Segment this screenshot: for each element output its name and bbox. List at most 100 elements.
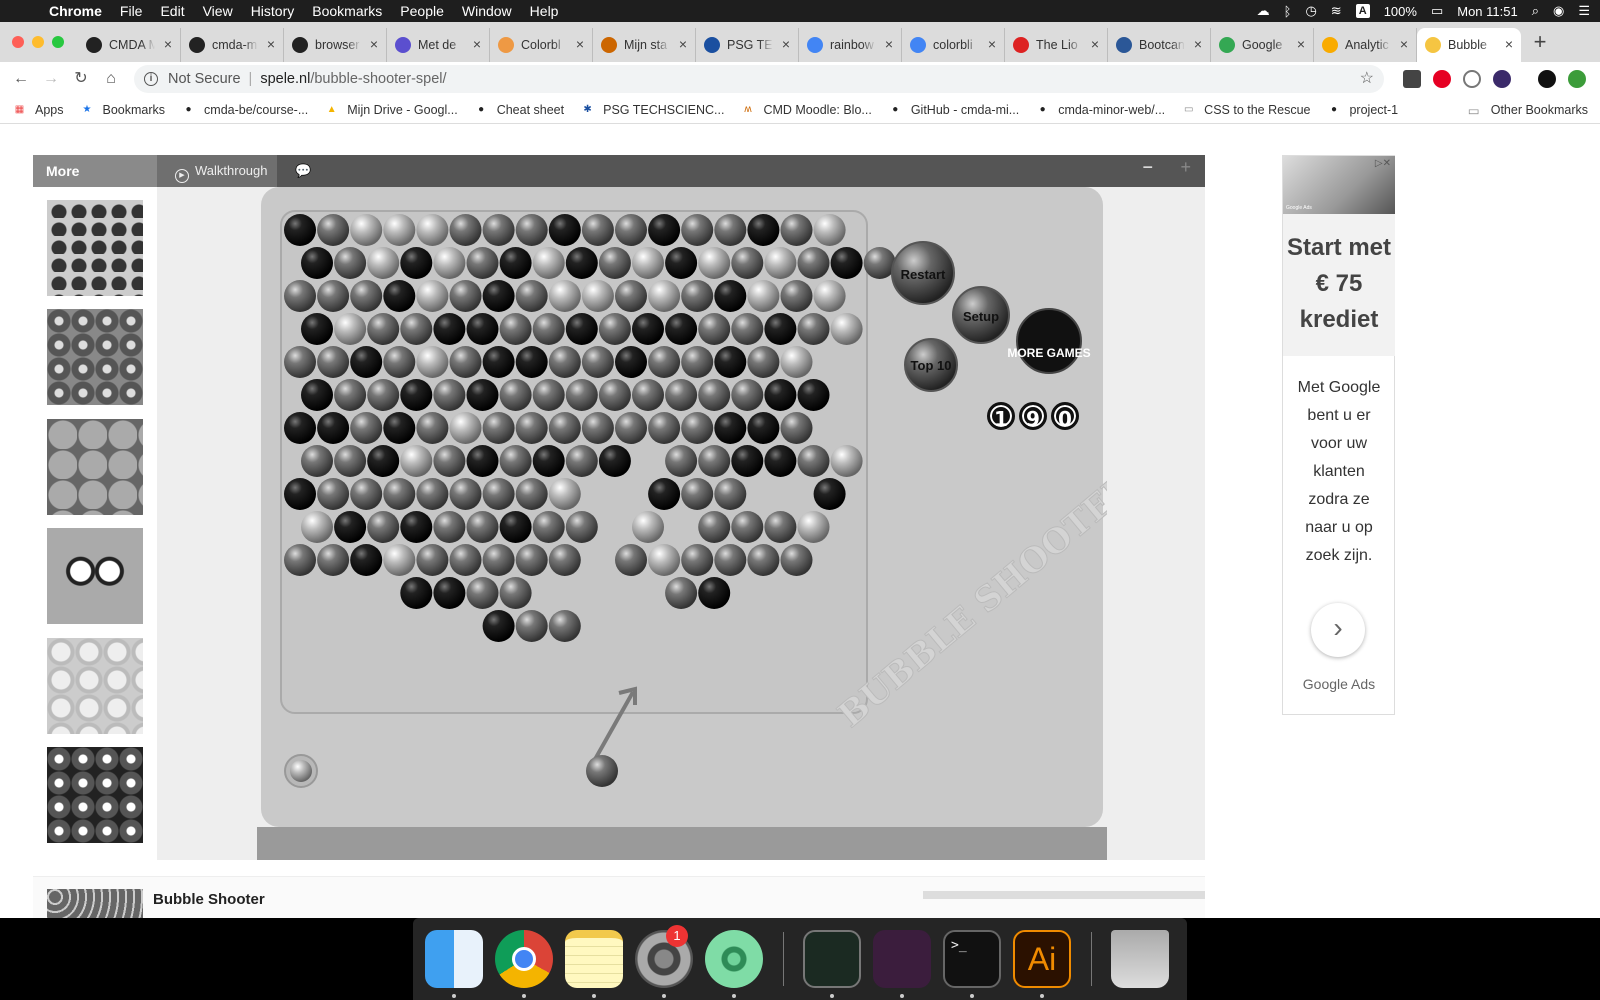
slack-icon[interactable] bbox=[873, 930, 931, 988]
address-bar[interactable]: i Not Secure | spele.nl /bubble-shooter-… bbox=[134, 65, 1384, 93]
minimize-button[interactable]: − bbox=[1142, 157, 1153, 178]
google-ad[interactable]: Google Ads ▷✕ Start met € 75 krediet Met… bbox=[1282, 155, 1395, 715]
finder-icon[interactable] bbox=[425, 930, 483, 988]
bookmark-star-icon[interactable]: ☆ bbox=[1360, 68, 1374, 88]
creative-cloud-icon[interactable]: ☁ bbox=[1257, 3, 1270, 19]
close-tab-icon[interactable]: × bbox=[1194, 36, 1202, 52]
browser-tab[interactable]: browser × bbox=[284, 28, 387, 62]
top10-button[interactable]: Top 10 bbox=[904, 338, 958, 392]
battery-percent[interactable]: 100% bbox=[1384, 4, 1417, 19]
related-game-thumbnail[interactable] bbox=[47, 419, 143, 515]
forward-icon[interactable]: → bbox=[40, 68, 62, 90]
close-tab-icon[interactable]: × bbox=[1091, 36, 1099, 52]
close-tab-icon[interactable]: × bbox=[370, 36, 378, 52]
back-icon[interactable]: ← bbox=[10, 68, 32, 90]
bookmark-item[interactable]: ʍ CMD Moodle: Blo... bbox=[740, 102, 872, 117]
game-thumbnail[interactable] bbox=[47, 889, 143, 918]
browser-tab[interactable]: Analytic × bbox=[1314, 28, 1417, 62]
bookmark-item[interactable]: ▭ CSS to the Rescue bbox=[1181, 102, 1311, 117]
menu-file[interactable]: File bbox=[111, 3, 152, 19]
menu-people[interactable]: People bbox=[391, 3, 453, 19]
close-tab-icon[interactable]: × bbox=[1297, 36, 1305, 52]
browser-tab[interactable]: The Lio × bbox=[1005, 28, 1108, 62]
spotlight-icon[interactable]: ⌕ bbox=[1532, 3, 1539, 19]
bookmark-item[interactable]: ● cmda-be/course-... bbox=[181, 102, 309, 117]
bookmark-item[interactable]: ● Cheat sheet bbox=[474, 102, 564, 117]
expand-button[interactable]: + bbox=[1180, 157, 1191, 178]
siri-icon[interactable]: ◉ bbox=[1553, 3, 1564, 19]
scrollbar[interactable] bbox=[923, 891, 1205, 899]
app-menu[interactable]: Chrome bbox=[40, 3, 111, 19]
close-tab-icon[interactable]: × bbox=[988, 36, 996, 52]
notes-icon[interactable] bbox=[565, 930, 623, 988]
browser-tab[interactable]: Colorbl × bbox=[490, 28, 593, 62]
menu-window[interactable]: Window bbox=[453, 3, 521, 19]
atom-icon[interactable] bbox=[705, 930, 763, 988]
eye-extension-icon[interactable] bbox=[1493, 70, 1511, 88]
home-icon[interactable]: ⌂ bbox=[100, 68, 122, 90]
bookmark-item[interactable]: ▲ Mijn Drive - Googl... bbox=[324, 102, 458, 117]
activity-monitor-icon[interactable] bbox=[803, 930, 861, 988]
browser-tab[interactable]: Bootcan × bbox=[1108, 28, 1211, 62]
menu-help[interactable]: Help bbox=[521, 3, 568, 19]
browser-tab[interactable]: Bubble × bbox=[1417, 28, 1521, 62]
wifi-icon[interactable]: ≋ bbox=[1331, 3, 1342, 19]
extension-icon[interactable] bbox=[1403, 70, 1421, 88]
restart-button[interactable]: Restart bbox=[891, 241, 955, 305]
browser-tab[interactable]: rainbow × bbox=[799, 28, 902, 62]
game-area[interactable]: Restart Setup Top 10 MORE GAMES BUBBLE S… bbox=[257, 187, 1107, 860]
bookmark-item[interactable]: ▦ Apps bbox=[12, 102, 64, 117]
clock[interactable]: Mon 11:51 bbox=[1457, 4, 1517, 19]
reload-icon[interactable]: ↻ bbox=[70, 68, 92, 90]
terminal-icon[interactable]: >_ bbox=[943, 930, 1001, 988]
related-game-thumbnail[interactable] bbox=[47, 638, 143, 734]
browser-tab[interactable]: Mijn sta × bbox=[593, 28, 696, 62]
profile-avatar[interactable] bbox=[1538, 70, 1556, 88]
trash-icon[interactable] bbox=[1111, 930, 1169, 988]
ad-choices-icon[interactable]: ▷✕ bbox=[1375, 158, 1391, 169]
close-tab-icon[interactable]: × bbox=[782, 36, 790, 52]
menu-edit[interactable]: Edit bbox=[151, 3, 193, 19]
ad-headline[interactable]: Start met € 75 krediet bbox=[1283, 214, 1395, 356]
chevron-right-icon[interactable]: › bbox=[1311, 603, 1365, 657]
browser-tab[interactable]: Met de × bbox=[387, 28, 490, 62]
browser-tab[interactable]: PSG TE × bbox=[696, 28, 799, 62]
more-games-tab[interactable]: More bbox=[33, 155, 157, 187]
close-tab-icon[interactable]: × bbox=[267, 36, 275, 52]
close-tab-icon[interactable]: × bbox=[164, 36, 172, 52]
browser-tab[interactable]: Google × bbox=[1211, 28, 1314, 62]
input-source-icon[interactable]: A bbox=[1355, 4, 1370, 18]
comment-icon[interactable]: 💬 bbox=[295, 163, 311, 179]
bookmark-item[interactable]: ● project-1 bbox=[1326, 102, 1398, 117]
related-game-thumbnail[interactable] bbox=[47, 200, 143, 296]
bookmark-item[interactable]: ● cmda-minor-web/... bbox=[1035, 102, 1166, 117]
notification-center-icon[interactable]: ☰ bbox=[1578, 3, 1590, 19]
close-window-button[interactable] bbox=[12, 36, 24, 48]
close-tab-icon[interactable]: × bbox=[576, 36, 584, 52]
related-game-thumbnail[interactable] bbox=[47, 747, 143, 843]
menu-history[interactable]: History bbox=[242, 3, 304, 19]
bluetooth-icon[interactable]: ᛒ bbox=[1284, 4, 1292, 19]
other-bookmarks[interactable]: ▭ Other Bookmarks bbox=[1468, 96, 1588, 124]
shooter-bubble[interactable] bbox=[586, 755, 618, 787]
minimize-window-button[interactable] bbox=[32, 36, 44, 48]
chrome-icon[interactable] bbox=[495, 930, 553, 988]
browser-tab[interactable]: cmda-m × bbox=[181, 28, 284, 62]
close-tab-icon[interactable]: × bbox=[1400, 36, 1408, 52]
close-tab-icon[interactable]: × bbox=[473, 36, 481, 52]
info-icon[interactable]: i bbox=[144, 72, 158, 86]
walkthrough-button[interactable]: ▶ Walkthrough bbox=[157, 155, 277, 187]
game-canvas[interactable]: Restart Setup Top 10 MORE GAMES BUBBLE S… bbox=[257, 187, 1107, 827]
browser-tab[interactable]: CMDA M × bbox=[78, 28, 181, 62]
menu-bookmarks[interactable]: Bookmarks bbox=[303, 3, 391, 19]
browser-tab[interactable]: colorbli × bbox=[902, 28, 1005, 62]
new-tab-button[interactable]: + bbox=[1526, 28, 1554, 56]
illustrator-icon[interactable]: Ai bbox=[1013, 930, 1071, 988]
close-tab-icon[interactable]: × bbox=[885, 36, 893, 52]
battery-icon[interactable]: ▭ bbox=[1431, 3, 1443, 19]
setup-button[interactable]: Setup bbox=[952, 286, 1010, 344]
bookmark-item[interactable]: ✱ PSG TECHSCIENC... bbox=[580, 102, 724, 117]
menu-view[interactable]: View bbox=[194, 3, 242, 19]
close-tab-icon[interactable]: × bbox=[679, 36, 687, 52]
update-icon[interactable] bbox=[1568, 70, 1586, 88]
